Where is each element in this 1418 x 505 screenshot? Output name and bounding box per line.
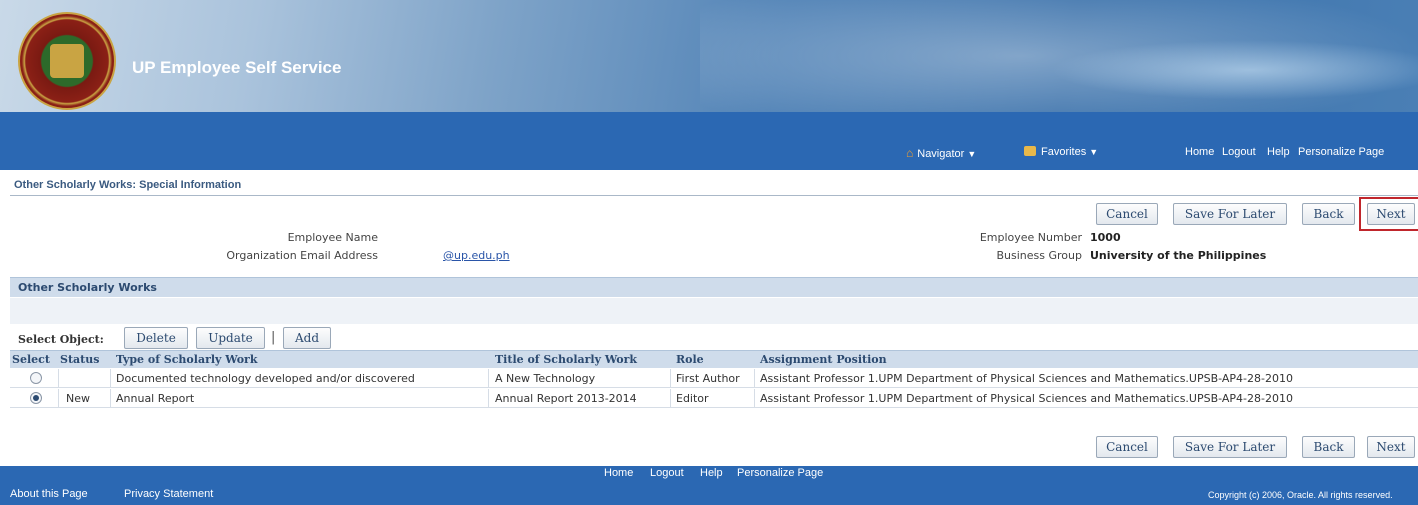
favorites-folder-icon: [1024, 146, 1036, 156]
column-header-select: Select: [12, 353, 50, 366]
footer-help-link[interactable]: Help: [700, 467, 723, 479]
favorites-menu[interactable]: Favorites ▼: [1024, 146, 1098, 158]
section-band: [10, 298, 1418, 324]
save-for-later-button[interactable]: Save For Later: [1173, 203, 1287, 225]
employee-name-label: Employee Name: [287, 231, 378, 244]
table-row[interactable]: Documented technology developed and/or d…: [10, 369, 1418, 388]
column-header-assignment: Assignment Position: [760, 353, 887, 366]
delete-button[interactable]: Delete: [124, 327, 188, 349]
row-role: First Author: [676, 372, 740, 385]
navigator-label: Navigator: [917, 148, 965, 160]
global-nav-bar: ⌂ Navigator ▼ Favorites ▼ Home Logout Help …: [0, 112, 1418, 170]
home-icon: ⌂: [906, 146, 914, 160]
row-select-radio[interactable]: [30, 372, 42, 384]
row-select-radio[interactable]: [30, 392, 42, 404]
table-header-row: Select Status Type of Scholarly Work Tit…: [10, 350, 1418, 368]
section-title: Other Scholarly Works: [18, 281, 157, 294]
nav-logout-link[interactable]: Logout: [1222, 146, 1256, 158]
column-header-status: Status: [60, 353, 100, 366]
app-title: UP Employee Self Service: [132, 58, 342, 77]
org-email-link[interactable]: @up.edu.ph: [443, 249, 510, 262]
page-title: Other Scholarly Works: Special Informati…: [14, 179, 242, 191]
next-button-bottom[interactable]: Next: [1367, 436, 1415, 458]
business-group-label: Business Group: [996, 249, 1083, 262]
nav-personalize-link[interactable]: Personalize Page: [1298, 146, 1384, 158]
employee-number-value: 1000: [1090, 231, 1121, 244]
header-banner: UP Employee Self Service: [0, 0, 1418, 112]
table-row[interactable]: New Annual Report Annual Report 2013-201…: [10, 389, 1418, 408]
row-title: A New Technology: [495, 372, 596, 385]
footer-personalize-link[interactable]: Personalize Page: [737, 467, 823, 479]
column-header-role: Role: [676, 353, 704, 366]
row-type: Documented technology developed and/or d…: [116, 372, 415, 385]
business-group-value: University of the Philippines: [1090, 249, 1267, 262]
save-for-later-button-bottom[interactable]: Save For Later: [1173, 436, 1287, 458]
next-button[interactable]: Next: [1367, 203, 1415, 225]
chevron-down-icon: ▼: [967, 149, 977, 159]
back-button[interactable]: Back: [1302, 203, 1355, 225]
toolbar-separator: |: [271, 330, 276, 345]
page-footer: Home Logout Help Personalize Page About …: [0, 466, 1418, 505]
banner-decoration: [1050, 40, 1418, 100]
employee-number-label: Employee Number: [979, 231, 1082, 244]
nav-home-link[interactable]: Home: [1185, 146, 1214, 158]
footer-home-link[interactable]: Home: [604, 467, 633, 479]
add-button[interactable]: Add: [283, 327, 331, 349]
about-page-link[interactable]: About this Page: [10, 488, 88, 500]
footer-logout-link[interactable]: Logout: [650, 467, 684, 479]
update-button[interactable]: Update: [196, 327, 265, 349]
column-header-title: Title of Scholarly Work: [495, 353, 638, 366]
row-type: Annual Report: [116, 392, 195, 405]
chevron-down-icon: ▼: [1089, 147, 1099, 157]
row-status: New: [66, 392, 90, 405]
row-assignment: Assistant Professor 1.UPM Department of …: [760, 372, 1293, 385]
section-header: Other Scholarly Works: [10, 277, 1418, 297]
column-header-type: Type of Scholarly Work: [116, 353, 258, 366]
nav-help-link[interactable]: Help: [1267, 146, 1290, 158]
cancel-button-bottom[interactable]: Cancel: [1096, 436, 1158, 458]
navigator-menu[interactable]: ⌂ Navigator ▼: [906, 146, 976, 160]
row-role: Editor: [676, 392, 709, 405]
seal-emblem: [50, 44, 84, 78]
favorites-label: Favorites: [1041, 146, 1087, 158]
copyright-text: Copyright (c) 2006, Oracle. All rights r…: [1208, 490, 1393, 500]
title-divider: [10, 195, 1418, 196]
row-title: Annual Report 2013-2014: [495, 392, 637, 405]
university-seal-logo: [18, 12, 116, 110]
privacy-statement-link[interactable]: Privacy Statement: [124, 488, 213, 500]
cancel-button[interactable]: Cancel: [1096, 203, 1158, 225]
select-object-label: Select Object:: [18, 333, 104, 346]
back-button-bottom[interactable]: Back: [1302, 436, 1355, 458]
org-email-label: Organization Email Address: [226, 249, 378, 262]
row-assignment: Assistant Professor 1.UPM Department of …: [760, 392, 1293, 405]
